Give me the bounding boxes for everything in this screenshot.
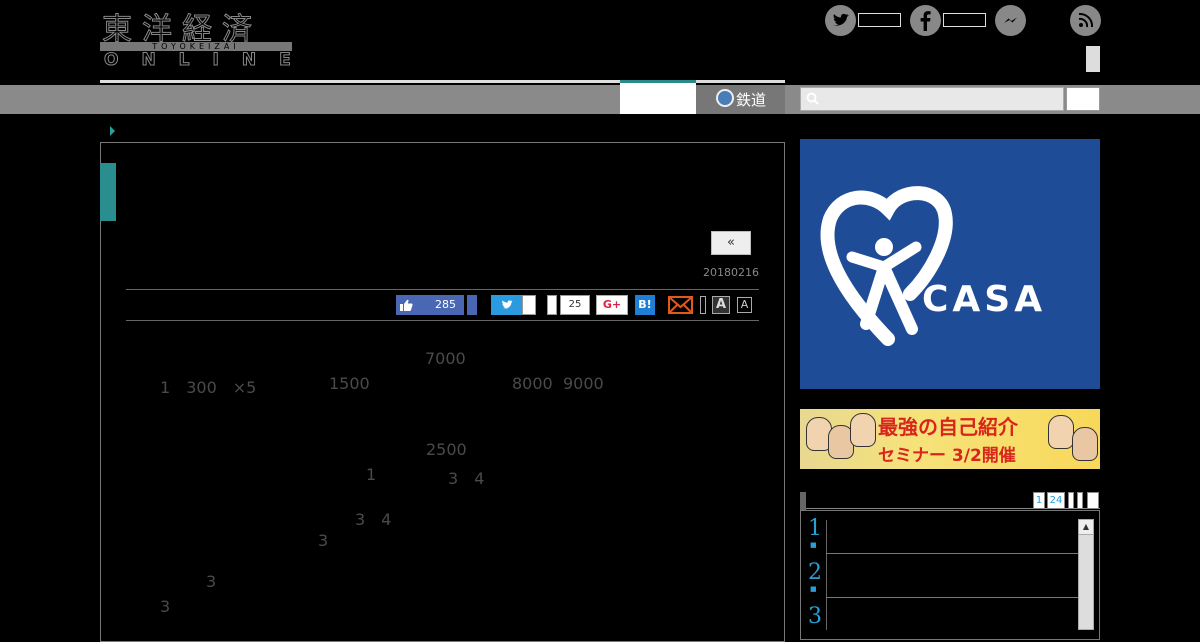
prev-page-button[interactable]: « [711,231,751,255]
facebook-like-button[interactable]: 285 [396,295,464,315]
para2-num-3: 3 4 [448,469,485,488]
article-title-accent [100,163,116,221]
thumbs-up-icon [400,295,413,318]
ranking-number: 2 [808,560,822,585]
para1-num-4: 8000 [512,374,553,393]
svg-text:CASA: CASA [922,279,1046,320]
facebook-share-button[interactable] [467,295,477,315]
nav-tab-active[interactable] [620,80,696,114]
ranking-page-current[interactable]: 1 [1033,492,1045,509]
share-bar-bottom-divider [126,320,759,321]
search-button[interactable] [1066,87,1100,111]
ranking-row-divider [826,597,1078,598]
ranking-number: 1 [808,516,822,541]
gplus-count: 25 [560,295,590,315]
para4-num-1: 3 [206,572,217,591]
para1-num-1: 7000 [425,349,466,368]
nav-tab-rail-label[interactable]: 鉄道 [736,89,766,110]
gplus-button[interactable]: G+ [596,295,628,315]
search-input[interactable] [800,87,1064,111]
share-bar-top-divider [126,289,759,290]
train-icon [716,89,734,107]
ranking-row-divider [826,553,1078,554]
para4-num-2: 3 [160,597,171,616]
para2-num-2: 1 [366,465,377,484]
ranking-column-divider [826,520,827,630]
tweet-count [522,295,536,315]
para2-num-1: 2500 [426,440,467,459]
twitter-icon[interactable] [825,5,856,36]
site-logo-online[interactable]: ONLINE [104,50,314,71]
ranking-number-suffix: ■ [810,585,817,593]
para3-num-1: 3 4 [355,510,392,529]
manga-character-illustration [1072,427,1098,461]
para1-num-2: 1 300 ×5 [160,378,257,397]
pocket-button[interactable] [547,295,557,315]
search-icon [806,92,819,105]
svg-text:®: ® [908,284,917,294]
ranking-number-suffix: ■ [810,541,817,549]
casa-heart-logo-icon: ® CASA [820,186,1046,346]
manga-character-illustration [1048,415,1074,449]
ad-seminar-subtitle: セミナー 3/2開催 [878,446,1016,466]
ranking-list [800,510,1100,640]
ranking-scrollbar[interactable] [1078,519,1094,630]
print-button[interactable] [700,296,706,314]
tweet-button[interactable] [491,295,522,315]
twitter-bird-icon [501,300,513,309]
font-large-button[interactable]: A [712,296,730,314]
header-menu-button[interactable] [1086,46,1100,72]
mail-icon[interactable] [668,296,693,314]
like-count: 285 [435,298,456,311]
facebook-icon[interactable] [910,5,941,36]
ranking-list-button[interactable] [1087,492,1099,509]
font-small-button[interactable]: A [737,297,752,313]
scroll-up-arrow-icon[interactable]: ▲ [1078,519,1094,535]
breadcrumb-arrow-icon [110,126,115,136]
facebook-like-count[interactable] [943,13,986,27]
ranking-number: 3 [808,604,822,629]
para1-num-3: 1500 [329,374,370,393]
ad-seminar-title: 最強の自己紹介 [878,415,1018,439]
ranking-page-total: 24 [1047,492,1065,509]
twitter-follow-count[interactable] [858,13,901,27]
messenger-icon[interactable] [995,5,1026,36]
manga-character-illustration [850,413,876,447]
ranking-next-button[interactable] [1077,492,1083,509]
para1-num-5: 9000 [563,374,604,393]
ranking-prev-button[interactable] [1068,492,1074,509]
ad-casa-banner[interactable]: ® CASA [800,139,1100,389]
ad-seminar-banner[interactable]: 最強の自己紹介 セミナー 3/2開催 [800,409,1100,469]
article-date: 20180216 [703,266,759,279]
rss-icon[interactable] [1070,5,1101,36]
hatena-bookmark-button[interactable]: B! [635,295,655,315]
para3-num-2: 3 [318,531,329,550]
